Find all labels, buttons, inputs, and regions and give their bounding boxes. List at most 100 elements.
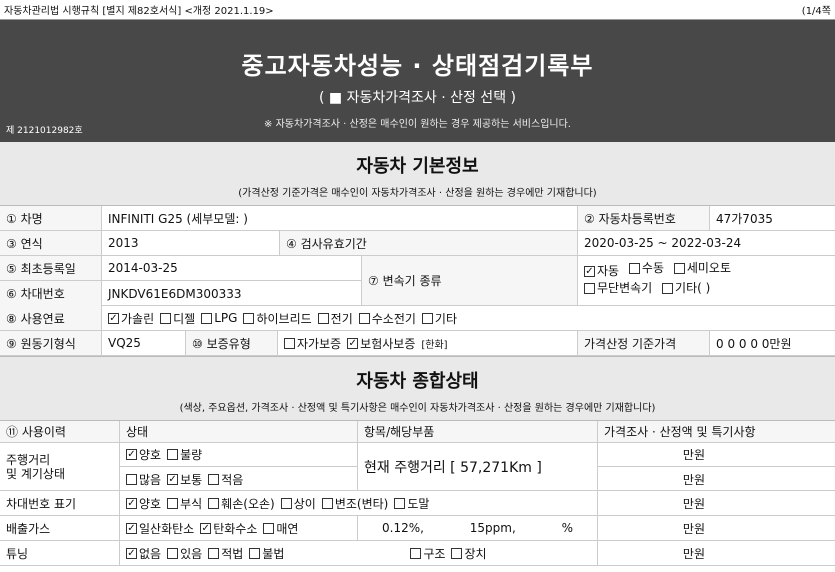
engine-type-value: VQ25 bbox=[102, 331, 186, 355]
checkbox-icon bbox=[358, 312, 370, 324]
vin-marking-label: 차대번호 표기 bbox=[0, 491, 120, 515]
fuel-electric-checkbox[interactable]: 전기 bbox=[317, 310, 353, 327]
checkbox-icon bbox=[208, 473, 220, 485]
vin-mismatch-checkbox[interactable]: 상이 bbox=[280, 495, 316, 512]
checkmark-icon: ✓ bbox=[126, 522, 137, 534]
fuel-hybrid-checkbox[interactable]: 하이브리드 bbox=[243, 310, 312, 327]
tuning-options: ✓ 없음 있음 적법 불법 구조 장치 bbox=[120, 541, 598, 565]
checkbox-icon bbox=[249, 547, 261, 559]
fuel-diesel-checkbox[interactable]: 디젤 bbox=[160, 310, 195, 327]
vehicle-name-label: ① 차명 bbox=[0, 206, 102, 230]
transmission-auto-checkbox[interactable]: ✓ 자동 bbox=[584, 263, 619, 280]
vin-painted-checkbox[interactable]: 도말 bbox=[394, 495, 429, 512]
mileage-price-unit: 만원 bbox=[598, 443, 835, 467]
vin-good-checkbox[interactable]: ✓ 양호 bbox=[126, 495, 161, 512]
mileage-normal-checkbox[interactable]: ✓ 보통 bbox=[167, 471, 202, 488]
registration-number-label: ② 자동차등록번호 bbox=[578, 206, 710, 230]
emission-hc-checkbox[interactable]: ✓ 탄화수소 bbox=[200, 520, 257, 537]
vin-damaged-checkbox[interactable]: 훼손(오손) bbox=[208, 495, 275, 512]
transmission-semiauto-checkbox[interactable]: 세미오토 bbox=[673, 260, 731, 277]
vin-corrosion-checkbox[interactable]: 부식 bbox=[167, 495, 202, 512]
tuning-illegal-checkbox[interactable]: 불법 bbox=[249, 545, 284, 562]
table-header-row: ⑪ 사용이력 상태 항목/해당부품 가격조사 · 산정액 및 특기사항 bbox=[0, 421, 835, 443]
warranty-insurer-name: [한화] bbox=[421, 339, 448, 351]
transmission-manual-checkbox[interactable]: 수동 bbox=[628, 260, 664, 277]
tuning-exists-checkbox[interactable]: 있음 bbox=[167, 545, 202, 562]
checkbox-icon bbox=[201, 312, 213, 324]
transmission-label: ⑦ 변속기 종류 bbox=[362, 256, 578, 305]
tuning-legal-checkbox[interactable]: 적법 bbox=[208, 545, 243, 562]
warranty-insurer-checkbox[interactable]: ✓ 보험사보증 bbox=[347, 335, 415, 352]
tuning-none-checkbox[interactable]: ✓ 없음 bbox=[126, 545, 161, 562]
checkmark-icon: ✓ bbox=[200, 522, 212, 534]
checkmark-icon: ✓ bbox=[108, 312, 119, 324]
mileage-bad-checkbox[interactable]: 불량 bbox=[167, 446, 202, 463]
checkmark-icon: ✓ bbox=[126, 547, 137, 559]
warranty-type-label: ⑩ 보증유형 bbox=[186, 331, 278, 355]
current-mileage: 현재 주행거리 [ 57,271Km ] bbox=[358, 443, 598, 490]
column-header-price: 가격조사 · 산정액 및 특기사항 bbox=[604, 425, 756, 439]
emission-smoke-checkbox[interactable]: 매연 bbox=[263, 520, 298, 537]
overall-status-section-header: 자동차 종합상태 (색상, 주요옵션, 가격조사 · 산정액 및 특기사항은 매… bbox=[0, 356, 835, 421]
document-header: 중고자동차성능 · 상태점검기록부 ( ■ 자동차가격조사 · 산정 선택 ) … bbox=[0, 20, 835, 142]
basic-info-section-header: 자동차 기본정보 (가격산정 기준가격은 매수인이 자동차가격조사 · 산정을 … bbox=[0, 142, 835, 206]
mileage-condition-options: ✓ 양호 불량 bbox=[120, 443, 357, 467]
vin-label: ⑥ 차대번호 bbox=[0, 281, 102, 306]
engine-type-label: ⑨ 원동기형식 bbox=[0, 331, 102, 355]
checkmark-icon: ✓ bbox=[584, 266, 595, 277]
section-note: (가격산정 기준가격은 매수인이 자동차가격조사 · 산정을 원하는 경우에만 … bbox=[238, 188, 597, 199]
smoke-value: % bbox=[561, 521, 573, 535]
mileage-good-checkbox[interactable]: ✓ 양호 bbox=[126, 446, 161, 463]
header-note: ※ 자동차가격조사 · 산정은 매수인이 원하는 경우 제공하는 서비스입니다. bbox=[264, 119, 571, 130]
table-row: 튜닝 ✓ 없음 있음 적법 불법 구조 장치 만원 bbox=[0, 541, 835, 566]
tuning-structure-checkbox[interactable]: 구조 bbox=[410, 545, 445, 562]
fuel-label: ⑧ 사용연료 bbox=[0, 306, 102, 330]
table-row: ⑨ 원동기형식 VQ25 ⑩ 보증유형 자가보증 ✓ 보험사보증 [한화] 가격산… bbox=[0, 331, 835, 356]
emission-price-unit: 만원 bbox=[682, 521, 705, 536]
checkbox-icon bbox=[584, 283, 595, 294]
emission-values: 0.12%, 15ppm, % bbox=[358, 516, 598, 540]
fuel-hydrogen-checkbox[interactable]: 수소전기 bbox=[358, 310, 416, 327]
column-header-item: 항목/해당부품 bbox=[358, 421, 598, 442]
transmission-options: ✓ 자동 수동 세미오토 무단변속기 기타( ) bbox=[578, 256, 835, 305]
mileage-price-unit: 만원 bbox=[682, 472, 705, 487]
checkmark-icon: ✓ bbox=[347, 337, 359, 349]
checkbox-icon bbox=[280, 497, 292, 509]
checkmark-icon: ✓ bbox=[126, 449, 137, 460]
checkbox-icon bbox=[662, 283, 674, 294]
fuel-options: ✓ 가솔린 디젤 LPG 하이브리드 전기 수소전기 기타 bbox=[102, 306, 835, 330]
vin-value: JNKDV61E6DM300333 bbox=[102, 281, 362, 306]
table-row: ⑧ 사용연료 ✓ 가솔린 디젤 LPG 하이브리드 전기 수소전기 기타 bbox=[0, 306, 835, 331]
emission-co-checkbox[interactable]: ✓ 일산화탄소 bbox=[126, 520, 194, 537]
checkbox-icon bbox=[263, 522, 275, 534]
first-registration-label: ⑤ 최초등록일 bbox=[0, 256, 102, 280]
checkbox-icon bbox=[673, 263, 685, 274]
registration-number-value: 47가7035 bbox=[716, 211, 773, 226]
fuel-gasoline-checkbox[interactable]: ✓ 가솔린 bbox=[108, 310, 154, 327]
checkbox-icon bbox=[394, 497, 406, 509]
tuning-label: 튜닝 bbox=[0, 541, 120, 565]
transmission-cvt-checkbox[interactable]: 무단변속기 bbox=[584, 280, 652, 297]
mileage-low-checkbox[interactable]: 적음 bbox=[208, 471, 243, 488]
vin-altered-checkbox[interactable]: 변조(변타) bbox=[321, 495, 388, 512]
fuel-other-checkbox[interactable]: 기타 bbox=[421, 310, 457, 327]
checkmark-icon: ✓ bbox=[126, 497, 137, 509]
form-law-reference: 자동차관리법 시행규칙 [별지 제82호서식] <개정 2021.1.19> bbox=[4, 6, 274, 17]
checkbox-icon bbox=[208, 547, 220, 559]
checkbox-icon bbox=[167, 497, 179, 509]
warranty-options: 자가보증 ✓ 보험사보증 [한화] bbox=[278, 331, 578, 355]
transmission-other-checkbox[interactable]: 기타( ) bbox=[662, 280, 710, 297]
mileage-high-checkbox[interactable]: 많음 bbox=[126, 471, 161, 488]
form-reference: 자동차관리법 시행규칙 [별지 제82호서식] <개정 2021.1.19> (… bbox=[0, 0, 835, 20]
table-row: 주행거리 및 계기상태 ✓ 양호 불량 많음 ✓ 보통 적음 현재 주행거리 [ 5… bbox=[0, 443, 835, 491]
mileage-label: 주행거리 및 계기상태 bbox=[0, 443, 120, 490]
inspection-validity-value: 2020-03-25 ~ 2022-03-24 bbox=[584, 236, 742, 250]
warranty-self-checkbox[interactable]: 자가보증 bbox=[284, 335, 341, 352]
fuel-lpg-checkbox[interactable]: LPG bbox=[201, 311, 237, 325]
vin-marking-options: ✓ 양호 부식 훼손(오손) 상이 변조(변타) 도말 bbox=[120, 491, 598, 515]
section-note: (색상, 주요옵션, 가격조사 · 산정액 및 특기사항은 매수인이 자동차가격… bbox=[179, 403, 656, 414]
tuning-device-checkbox[interactable]: 장치 bbox=[451, 545, 487, 562]
mileage-level-options: 많음 ✓ 보통 적음 bbox=[120, 467, 357, 491]
page-indicator: (1/4쪽 bbox=[801, 6, 831, 17]
emission-options: ✓ 일산화탄소 ✓ 탄화수소 매연 bbox=[120, 516, 358, 540]
